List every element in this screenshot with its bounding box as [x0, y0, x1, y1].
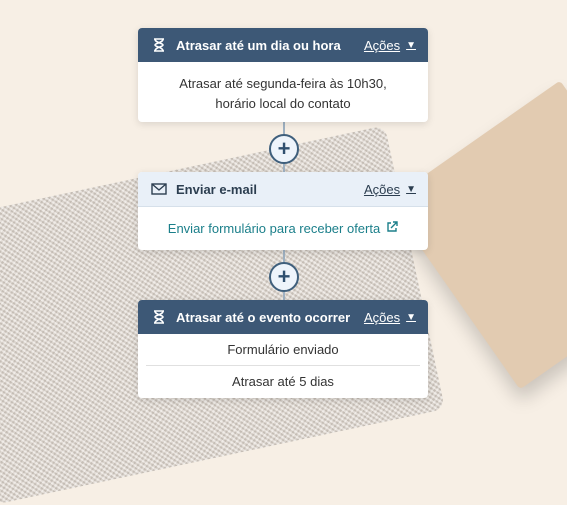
plus-icon: + — [277, 136, 291, 161]
card-title: Atrasar até o evento ocorrer — [176, 309, 351, 325]
delay-until-time-card: Atrasar até um dia ou hora Ações ▼ Atras… — [138, 28, 428, 122]
chevron-down-icon: ▼ — [406, 39, 416, 51]
actions-label: Ações — [363, 181, 401, 197]
actions-dropdown[interactable]: Ações ▼ — [364, 310, 416, 325]
send-email-card: Enviar e-mail Ações ▼ Enviar formulário … — [138, 172, 428, 250]
card-title: Atrasar até um dia ou hora — [176, 37, 341, 53]
email-card-header: Enviar e-mail Ações ▼ — [138, 172, 428, 207]
delay-card-header: Atrasar até um dia ou hora Ações ▼ — [138, 28, 428, 62]
external-link-icon — [386, 219, 398, 239]
delay-card-body: Atrasar até segunda-feira às 10h30, horá… — [138, 62, 428, 122]
delay-until-event-card: Atrasar até o evento ocorrer Ações ▼ For… — [138, 300, 428, 398]
add-step-button[interactable]: + — [269, 134, 299, 164]
card-title: Enviar e-mail — [176, 181, 257, 197]
plus-icon: + — [277, 264, 291, 289]
chevron-down-icon: ▼ — [406, 311, 416, 323]
actions-dropdown[interactable]: Ações ▼ — [364, 182, 416, 197]
chevron-down-icon: ▼ — [406, 183, 416, 195]
event-condition-row: Formulário enviado — [227, 342, 339, 357]
actions-dropdown[interactable]: Ações ▼ — [364, 38, 416, 53]
event-delay-row: Atrasar até 5 dias — [232, 374, 334, 389]
hourglass-icon — [150, 308, 168, 326]
envelope-icon — [150, 180, 168, 198]
form-offer-link-text: Enviar formulário para receber oferta — [167, 221, 381, 236]
hourglass-icon — [150, 36, 168, 54]
actions-label: Ações — [363, 37, 401, 53]
actions-label: Ações — [363, 309, 401, 325]
delay-line-1: Atrasar até segunda-feira às 10h30, — [179, 76, 387, 91]
delay-line-2: horário local do contato — [215, 96, 351, 111]
email-card-body: Enviar formulário para receber oferta — [138, 207, 428, 250]
event-card-header: Atrasar até o evento ocorrer Ações ▼ — [138, 300, 428, 334]
form-offer-link[interactable]: Enviar formulário para receber oferta — [168, 219, 398, 239]
add-step-button[interactable]: + — [269, 262, 299, 292]
